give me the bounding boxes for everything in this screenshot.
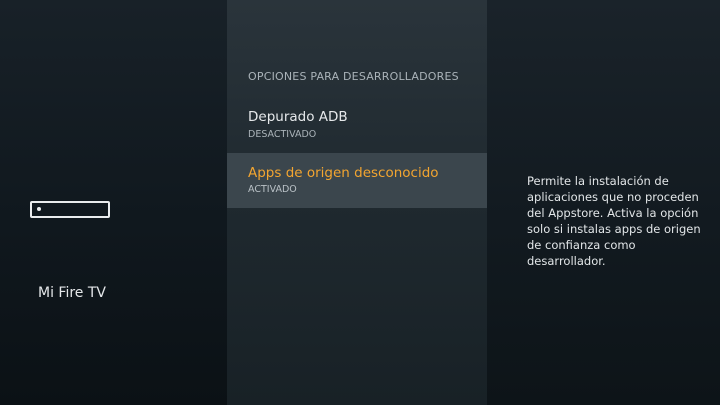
- device-panel: Mi Fire TV: [0, 0, 227, 405]
- menu-item-status: ACTIVADO: [248, 184, 297, 195]
- fire-tv-stick-icon: [30, 201, 110, 218]
- device-led-dot: [37, 207, 41, 211]
- section-title: OPCIONES PARA DESARROLLADORES: [248, 70, 459, 83]
- menu-item-unknown-sources[interactable]: Apps de origen desconocido ACTIVADO: [227, 153, 487, 208]
- option-description: Permite la instalación de aplicaciones q…: [527, 174, 701, 268]
- description-panel: Permite la instalación de aplicaciones q…: [487, 0, 720, 405]
- developer-options-menu: OPCIONES PARA DESARROLLADORES Depurado A…: [227, 0, 487, 405]
- device-name: Mi Fire TV: [38, 285, 106, 301]
- menu-item-status: DESACTIVADO: [248, 129, 317, 140]
- menu-item-label: Depurado ADB: [248, 109, 348, 125]
- menu-item-label: Apps de origen desconocido: [248, 165, 439, 181]
- menu-item-adb-debugging[interactable]: Depurado ADB DESACTIVADO: [227, 100, 487, 154]
